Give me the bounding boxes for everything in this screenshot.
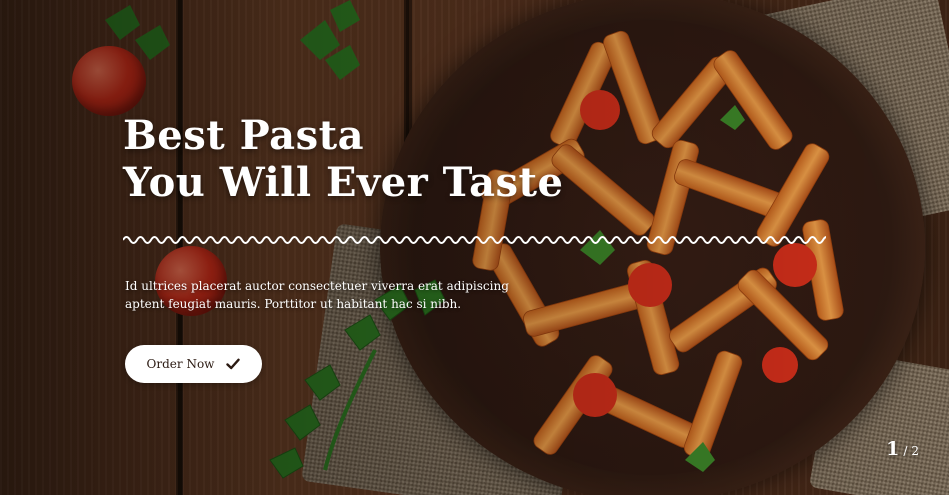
order-now-button-label: Order Now bbox=[146, 357, 215, 371]
parsley-decoration bbox=[105, 5, 170, 60]
hero-title-line-2: You Will Ever Taste bbox=[123, 159, 564, 206]
parsley-decoration bbox=[300, 0, 360, 80]
hero-title-line-1: Best Pasta bbox=[123, 112, 365, 159]
check-icon bbox=[226, 358, 241, 370]
slide-total: 2 bbox=[911, 444, 919, 458]
hero-description: Id ultrices placerat auctor consectetuer… bbox=[125, 279, 509, 311]
slide-current: 1 bbox=[886, 438, 900, 460]
wavy-divider bbox=[123, 236, 826, 244]
order-now-button[interactable]: Order Now bbox=[125, 345, 262, 383]
penne-pasta-illustration bbox=[472, 30, 844, 472]
slide-separator: / bbox=[903, 444, 908, 458]
hero-title: Best Pasta You Will Ever Taste bbox=[123, 112, 563, 206]
slide-counter: 1 / 2 bbox=[886, 438, 919, 460]
